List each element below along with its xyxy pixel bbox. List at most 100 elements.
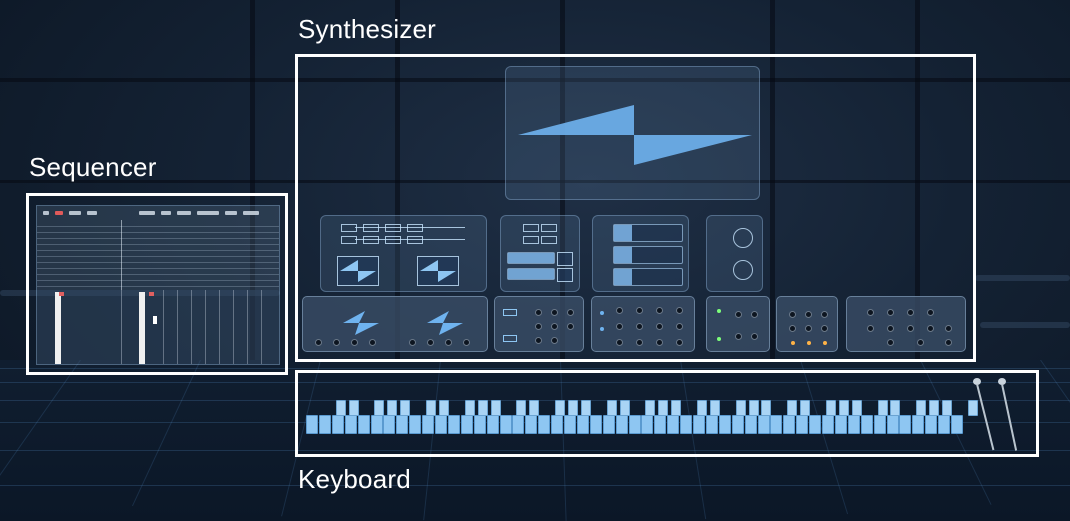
black-key[interactable] — [400, 400, 411, 416]
black-key[interactable] — [529, 400, 540, 416]
black-key[interactable] — [438, 400, 449, 416]
white-key[interactable] — [680, 415, 693, 434]
oscillator-module[interactable] — [302, 296, 488, 352]
white-key[interactable] — [834, 415, 847, 434]
filter-module[interactable] — [494, 296, 584, 352]
white-key[interactable] — [512, 415, 525, 434]
black-key[interactable] — [387, 400, 398, 416]
white-key[interactable] — [306, 415, 318, 434]
white-key[interactable] — [925, 415, 938, 434]
black-key[interactable] — [606, 400, 617, 416]
white-key[interactable] — [318, 415, 331, 434]
effects-module[interactable] — [846, 296, 966, 352]
lfo1-dial-icon[interactable] — [733, 228, 753, 248]
white-key[interactable] — [460, 415, 473, 434]
black-key[interactable] — [335, 400, 346, 416]
black-key[interactable] — [825, 400, 836, 416]
white-key[interactable] — [873, 415, 886, 434]
white-key[interactable] — [473, 415, 486, 434]
sequencer-panel[interactable] — [36, 205, 280, 365]
white-key[interactable] — [912, 415, 925, 434]
black-key[interactable] — [838, 400, 849, 416]
black-key[interactable] — [671, 400, 682, 416]
white-key[interactable] — [654, 415, 667, 434]
oscillator-routing-panel — [320, 215, 487, 292]
white-key[interactable] — [422, 415, 435, 434]
white-key[interactable] — [667, 415, 680, 434]
white-key[interactable] — [796, 415, 809, 434]
black-key[interactable] — [348, 400, 359, 416]
white-key[interactable] — [757, 415, 770, 434]
white-key[interactable] — [344, 415, 357, 434]
white-key[interactable] — [628, 415, 641, 434]
black-key[interactable] — [800, 400, 811, 416]
white-key[interactable] — [409, 415, 422, 434]
lfo2-dial-icon[interactable] — [733, 260, 753, 280]
white-key[interactable] — [641, 415, 654, 434]
white-key[interactable] — [357, 415, 370, 434]
white-key[interactable] — [602, 415, 615, 434]
black-key[interactable] — [787, 400, 798, 416]
black-key[interactable] — [477, 400, 488, 416]
white-key[interactable] — [396, 415, 409, 434]
white-key[interactable] — [731, 415, 744, 434]
black-key[interactable] — [877, 400, 888, 416]
black-key[interactable] — [374, 400, 385, 416]
black-key[interactable] — [748, 400, 759, 416]
white-key[interactable] — [783, 415, 796, 434]
white-key[interactable] — [564, 415, 576, 434]
white-key[interactable] — [705, 415, 718, 434]
white-key[interactable] — [589, 415, 602, 434]
black-key[interactable] — [464, 400, 475, 416]
black-key[interactable] — [619, 400, 630, 416]
keyboard-label: Keyboard — [298, 464, 411, 494]
white-key[interactable] — [744, 415, 757, 434]
voice-module[interactable] — [776, 296, 838, 352]
white-key[interactable] — [383, 415, 396, 434]
black-key[interactable] — [516, 400, 527, 416]
white-key[interactable] — [615, 415, 628, 434]
white-key[interactable] — [718, 415, 731, 434]
black-key[interactable] — [555, 400, 566, 416]
white-key[interactable] — [370, 415, 383, 434]
osc2-wave-icon[interactable] — [417, 256, 459, 286]
osc1-wave-icon[interactable] — [337, 256, 379, 286]
white-key[interactable] — [847, 415, 860, 434]
black-key[interactable] — [567, 400, 578, 416]
black-key[interactable] — [709, 400, 720, 416]
lfo-module[interactable] — [706, 296, 770, 352]
white-key[interactable] — [809, 415, 822, 434]
white-key[interactable] — [886, 415, 899, 434]
white-key[interactable] — [770, 415, 783, 434]
white-key[interactable] — [486, 415, 499, 434]
white-key[interactable] — [525, 415, 538, 434]
black-key[interactable] — [929, 400, 940, 416]
black-key[interactable] — [890, 400, 901, 416]
white-key[interactable] — [331, 415, 344, 434]
black-key[interactable] — [696, 400, 707, 416]
white-key[interactable] — [860, 415, 873, 434]
black-key[interactable] — [942, 400, 953, 416]
white-key[interactable] — [951, 415, 963, 434]
black-key[interactable] — [426, 400, 437, 416]
black-key[interactable] — [761, 400, 772, 416]
white-key[interactable] — [447, 415, 460, 434]
white-key[interactable] — [693, 415, 705, 434]
white-key[interactable] — [435, 415, 447, 434]
black-key[interactable] — [580, 400, 591, 416]
black-key[interactable] — [851, 400, 862, 416]
white-key[interactable] — [899, 415, 912, 434]
black-key[interactable] — [658, 400, 669, 416]
black-key[interactable] — [735, 400, 746, 416]
black-key[interactable] — [967, 400, 978, 416]
black-key[interactable] — [916, 400, 927, 416]
white-key[interactable] — [822, 415, 834, 434]
white-key[interactable] — [938, 415, 951, 434]
black-key[interactable] — [645, 400, 656, 416]
white-key[interactable] — [576, 415, 589, 434]
white-key[interactable] — [499, 415, 512, 434]
black-key[interactable] — [490, 400, 501, 416]
white-key[interactable] — [551, 415, 564, 434]
white-key[interactable] — [538, 415, 551, 434]
envelope-module[interactable] — [591, 296, 695, 352]
